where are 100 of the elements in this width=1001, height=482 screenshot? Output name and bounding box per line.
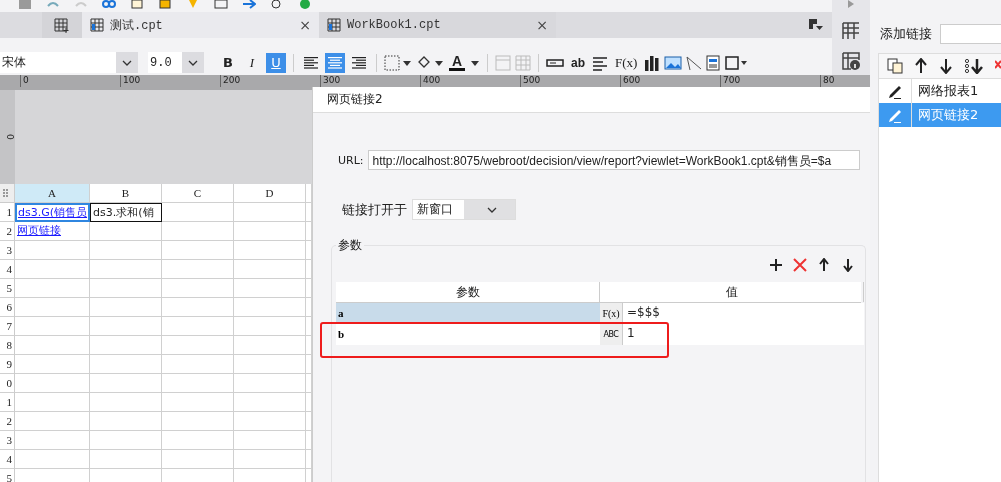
empty-cell[interactable] bbox=[90, 279, 162, 298]
empty-cell[interactable] bbox=[162, 317, 234, 336]
document-icon[interactable] bbox=[706, 54, 721, 71]
grid-icon[interactable] bbox=[842, 22, 860, 40]
italic-button[interactable]: I bbox=[242, 52, 262, 73]
paste-icon[interactable] bbox=[158, 0, 172, 10]
grid-info-icon[interactable] bbox=[842, 52, 860, 70]
drag-handle-icon[interactable] bbox=[3, 189, 11, 197]
up-arrow-icon[interactable] bbox=[817, 258, 831, 272]
row-header[interactable]: 0 bbox=[0, 374, 15, 393]
document-icon[interactable] bbox=[18, 0, 32, 10]
bold-button[interactable]: B bbox=[218, 52, 238, 73]
row-header[interactable]: 4 bbox=[0, 450, 15, 469]
link-icon[interactable] bbox=[102, 0, 116, 10]
image-icon[interactable] bbox=[664, 54, 683, 71]
menu-caret-icon[interactable] bbox=[808, 18, 824, 32]
parameter-name-cell[interactable]: a bbox=[336, 303, 600, 324]
empty-cell[interactable] bbox=[234, 222, 306, 241]
empty-cell[interactable] bbox=[234, 431, 306, 450]
url-field[interactable]: http://localhost:8075/webroot/decision/view/report?viewlet=WorkBook1.cpt&销售员=$a bbox=[367, 150, 860, 170]
text-button[interactable]: ab bbox=[568, 55, 588, 70]
slash-icon[interactable] bbox=[686, 54, 703, 71]
empty-cell[interactable] bbox=[234, 412, 306, 431]
add-sheet-icon[interactable] bbox=[54, 17, 70, 33]
column-header[interactable]: A bbox=[15, 184, 90, 203]
add-link-field[interactable] bbox=[940, 24, 1001, 44]
empty-cell[interactable] bbox=[90, 431, 162, 450]
empty-cell[interactable] bbox=[162, 260, 234, 279]
empty-cell[interactable] bbox=[234, 203, 306, 222]
parameter-name-cell[interactable]: b bbox=[336, 324, 600, 345]
row-header[interactable]: 6 bbox=[0, 298, 15, 317]
empty-cell[interactable] bbox=[162, 412, 234, 431]
value-type-button[interactable]: F(x) bbox=[600, 303, 622, 324]
font-color-button[interactable]: A bbox=[448, 54, 466, 71]
empty-cell[interactable] bbox=[90, 298, 162, 317]
sheet-tab[interactable]: WorkBook1.cpt × bbox=[319, 12, 556, 38]
empty-cell[interactable] bbox=[90, 355, 162, 374]
empty-cell[interactable] bbox=[90, 317, 162, 336]
row-header[interactable]: 8 bbox=[0, 336, 15, 355]
empty-cell[interactable] bbox=[90, 412, 162, 431]
empty-cell[interactable] bbox=[162, 203, 234, 222]
parameter-value-cell[interactable]: =$$$ bbox=[622, 303, 864, 324]
value-type-button[interactable]: ABC bbox=[600, 324, 622, 345]
add-icon[interactable] bbox=[769, 258, 783, 272]
down-arrow-icon[interactable] bbox=[841, 258, 855, 272]
empty-cell[interactable] bbox=[90, 450, 162, 469]
row-header[interactable]: 7 bbox=[0, 317, 15, 336]
empty-cell[interactable] bbox=[90, 374, 162, 393]
move-bottom-icon[interactable] bbox=[964, 58, 984, 74]
empty-cell[interactable] bbox=[162, 336, 234, 355]
border-dropdown-icon[interactable] bbox=[724, 54, 749, 71]
open-in-dropdown[interactable]: 新窗口 bbox=[412, 199, 516, 220]
empty-cell[interactable] bbox=[162, 241, 234, 260]
empty-cell[interactable] bbox=[234, 260, 306, 279]
empty-cell[interactable] bbox=[90, 260, 162, 279]
column-header[interactable]: B bbox=[90, 184, 162, 203]
font-size-dropdown[interactable]: 9.0 bbox=[148, 52, 204, 73]
empty-cell[interactable] bbox=[90, 222, 162, 241]
empty-cell[interactable] bbox=[162, 355, 234, 374]
empty-cell[interactable] bbox=[162, 279, 234, 298]
empty-cell[interactable] bbox=[234, 450, 306, 469]
row-header[interactable]: 4 bbox=[0, 260, 15, 279]
empty-cell[interactable] bbox=[234, 355, 306, 374]
empty-cell[interactable] bbox=[90, 336, 162, 355]
empty-cell[interactable] bbox=[234, 374, 306, 393]
link-cell[interactable]: 网页链接 bbox=[15, 222, 90, 241]
row-header[interactable]: 1 bbox=[0, 393, 15, 412]
arrow-icon[interactable] bbox=[242, 0, 256, 10]
empty-cell[interactable] bbox=[234, 393, 306, 412]
row-header[interactable]: 2 bbox=[0, 412, 15, 431]
empty-cell[interactable] bbox=[162, 431, 234, 450]
font-dropdown[interactable]: 宋体 bbox=[0, 52, 138, 73]
empty-cell[interactable] bbox=[234, 298, 306, 317]
empty-cell[interactable] bbox=[162, 374, 234, 393]
empty-cell[interactable] bbox=[162, 298, 234, 317]
empty-cell[interactable] bbox=[162, 450, 234, 469]
column-header[interactable]: C bbox=[162, 184, 234, 203]
bar-chart-icon[interactable] bbox=[644, 54, 661, 71]
empty-cell[interactable] bbox=[234, 317, 306, 336]
border-icon[interactable] bbox=[384, 54, 412, 71]
empty-cell[interactable] bbox=[234, 336, 306, 355]
empty-cell[interactable] bbox=[90, 241, 162, 260]
paragraph-icon[interactable] bbox=[592, 54, 608, 71]
row-header[interactable]: 2 bbox=[0, 222, 15, 241]
table-cell[interactable]: ds3.求和(销 bbox=[90, 203, 162, 222]
merge-cells-icon[interactable] bbox=[495, 54, 511, 71]
down-arrow-icon[interactable] bbox=[939, 58, 953, 74]
row-header[interactable]: 3 bbox=[0, 431, 15, 450]
copy-icon[interactable] bbox=[130, 0, 144, 10]
delete-icon[interactable] bbox=[793, 258, 807, 272]
parameter-value-cell[interactable]: 1 bbox=[622, 324, 864, 345]
empty-cell[interactable] bbox=[234, 279, 306, 298]
sheet-tab[interactable]: 测试.cpt × bbox=[82, 12, 319, 38]
row-header[interactable]: 9 bbox=[0, 355, 15, 374]
empty-cell[interactable] bbox=[234, 241, 306, 260]
row-header[interactable]: 1 bbox=[0, 203, 15, 222]
preview-icon[interactable] bbox=[214, 0, 228, 10]
arrow-icon[interactable] bbox=[846, 0, 856, 10]
row-header[interactable]: 3 bbox=[0, 241, 15, 260]
up-arrow-icon[interactable] bbox=[914, 58, 928, 74]
